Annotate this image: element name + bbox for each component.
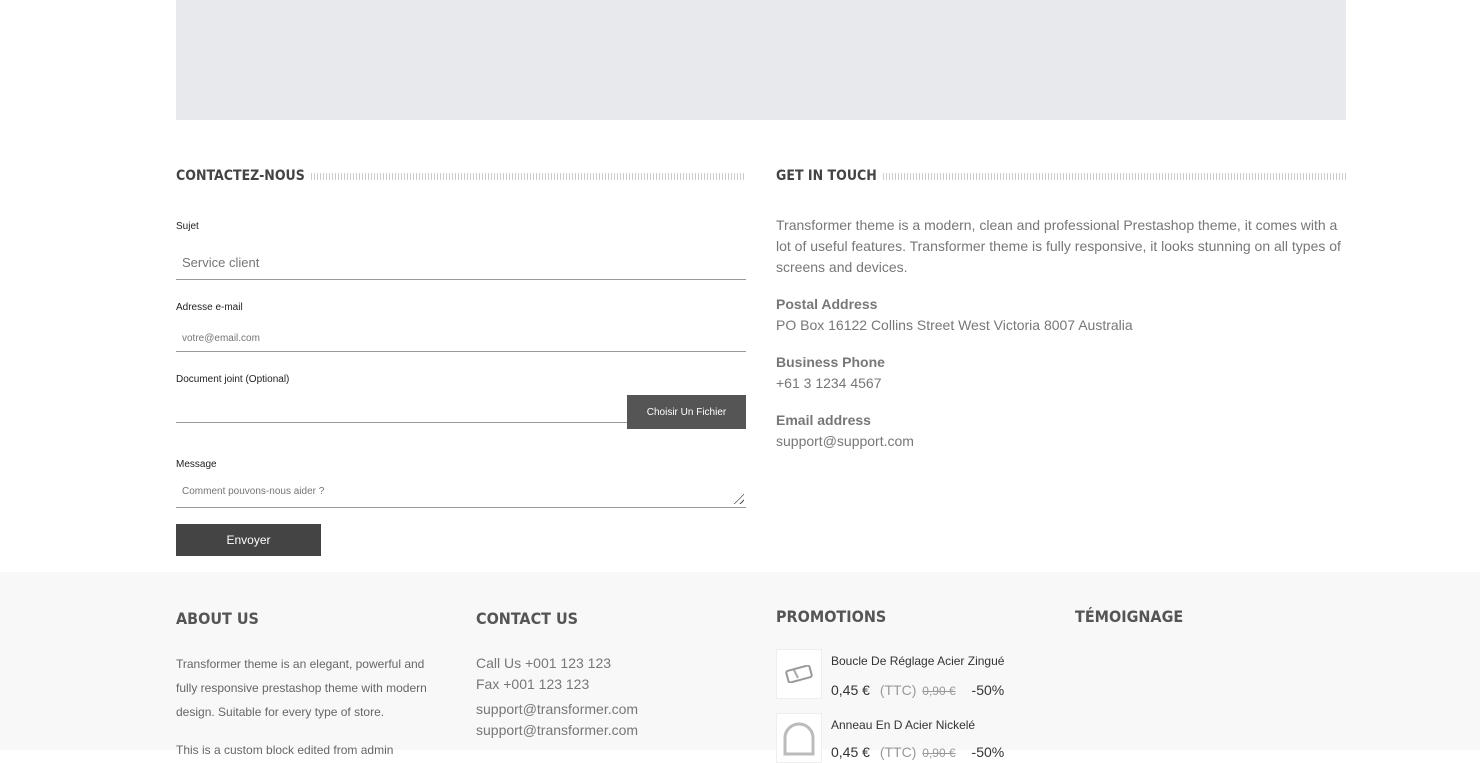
email-field[interactable] (176, 326, 746, 352)
promo-thumb-2[interactable] (776, 713, 822, 763)
get-in-touch-title: GET IN TOUCH (776, 168, 1346, 184)
attachment-label: Document joint (Optional) (176, 374, 290, 385)
contact-us-title: CONTACT US (476, 609, 579, 628)
promo-price-2: 0,45 € (831, 744, 870, 760)
fax-line: Fax +001 123 123 (476, 676, 590, 692)
contact-email-2[interactable]: support@transformer.com (476, 722, 638, 738)
promo-price-1: 0,45 € (831, 682, 870, 698)
subject-select[interactable] (176, 246, 746, 280)
choose-file-button[interactable]: Choisir Un Fichier (627, 395, 746, 429)
d-ring-icon (783, 722, 815, 756)
buckle-icon (785, 665, 813, 683)
subject-label: Sujet (176, 221, 199, 232)
about-us-title: ABOUT US (176, 609, 259, 628)
promo-discount-2: -50% (971, 744, 1005, 760)
postal-address-label: Postal Address (776, 296, 878, 312)
message-label: Message (176, 459, 217, 470)
map-placeholder (176, 0, 1346, 120)
promo-name-1[interactable]: Boucle De Réglage Acier Zingué (831, 654, 1004, 668)
contact-email-1[interactable]: support@transformer.com (476, 701, 638, 717)
email-address-value[interactable]: support@support.com (776, 433, 914, 449)
email-label: Adresse e-mail (176, 302, 243, 313)
business-phone-value: +61 3 1234 4567 (776, 375, 882, 391)
about-us-text: Transformer theme is an elegant, powerfu… (176, 657, 427, 719)
footer: ABOUT US Transformer theme is an elegant… (0, 572, 1480, 763)
email-address-label: Email address (776, 412, 871, 428)
testimonial-title: TÉMOIGNAGE (1075, 607, 1184, 626)
message-textarea[interactable] (176, 483, 746, 508)
promo-tax-1: (TTC) (879, 682, 917, 698)
promo-old-price-1: 0,90 € (922, 684, 956, 698)
promo-tax-2: (TTC) (879, 744, 917, 760)
promo-price-row-1: 0,45 € (TTC) 0,90 € -50% (831, 682, 1004, 698)
call-us-line: Call Us +001 123 123 (476, 655, 612, 671)
promo-thumb-1[interactable] (776, 649, 822, 699)
postal-address-value: PO Box 16122 Collins Street West Victori… (776, 317, 1133, 333)
promotions-title: PROMOTIONS (776, 607, 887, 626)
business-phone-label: Business Phone (776, 354, 885, 370)
promo-discount-1: -50% (971, 682, 1005, 698)
promo-old-price-2: 0,90 € (922, 746, 956, 760)
about-us-text-2: This is a custom block edited from admin (176, 743, 394, 757)
promo-name-2[interactable]: Anneau En D Acier Nickelé (831, 718, 975, 732)
promo-price-row-2: 0,45 € (TTC) 0,90 € -50% (831, 744, 1004, 760)
file-path-field[interactable] (176, 397, 628, 423)
get-in-touch-intro: Transformer theme is a modern, clean and… (776, 217, 1341, 275)
contact-form-title: CONTACTEZ-NOUS (176, 168, 746, 184)
send-button[interactable]: Envoyer (176, 524, 321, 556)
